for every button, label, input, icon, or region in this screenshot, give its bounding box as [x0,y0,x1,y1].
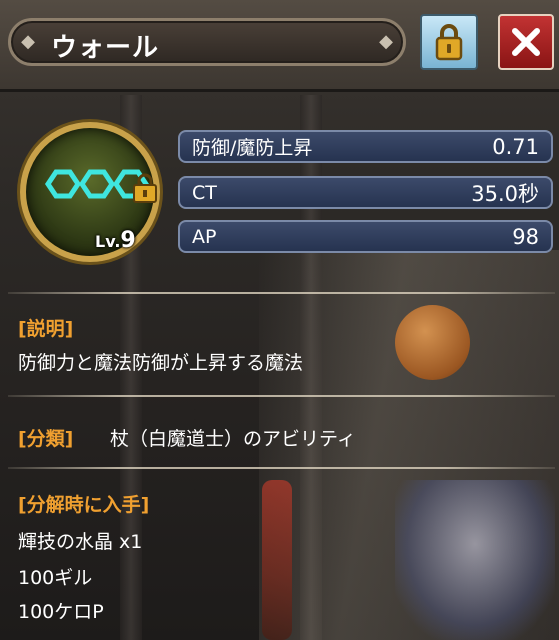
divider [8,395,555,397]
disassemble-item: 輝技の水晶 x1 [18,531,143,553]
close-button[interactable] [498,14,554,70]
disassemble-item: 100ギル [18,567,93,589]
stat-label: CT [192,181,217,204]
background-character [395,480,555,640]
stat-label: AP [192,225,217,248]
background-lantern [395,305,470,380]
ability-title: ウォール [51,33,160,63]
stat-label: 防御/魔防上昇 [192,137,313,159]
stat-row-ct: CT 35.0秒 [178,176,553,209]
header-bar: ◆ ウォール ◆ [0,0,559,92]
padlock-icon [435,24,463,61]
stat-row-ap: AP 98 [178,220,553,253]
stat-value: 35.0秒 [471,181,539,206]
level-lock-icon [133,173,157,203]
stat-value: 0.71 [492,134,539,159]
divider [8,292,555,294]
stat-value: 98 [512,224,539,249]
level-value: 9 [120,228,136,253]
stat-row-defense: 防御/魔防上昇 0.71 [178,130,553,163]
plate-ornament-icon: ◆ [379,31,393,52]
description-heading: [説明] [18,318,74,340]
plate-ornament-icon: ◆ [21,31,35,52]
disassemble-item: 100ケロP [18,601,104,623]
divider [8,467,555,469]
category-heading: [分類] [18,428,74,450]
ability-level: Lv.9 [95,228,136,253]
level-prefix: Lv. [95,232,121,251]
category-text: 杖（白魔道士）のアビリティ [110,428,356,450]
background-staff [262,480,292,640]
disassemble-heading: [分解時に入手] [18,494,150,516]
title-plate: ◆ ウォール ◆ [8,18,406,66]
x-close-icon [512,28,540,56]
lock-button[interactable] [420,14,478,70]
description-text: 防御力と魔法防御が上昇する魔法 [18,352,304,374]
